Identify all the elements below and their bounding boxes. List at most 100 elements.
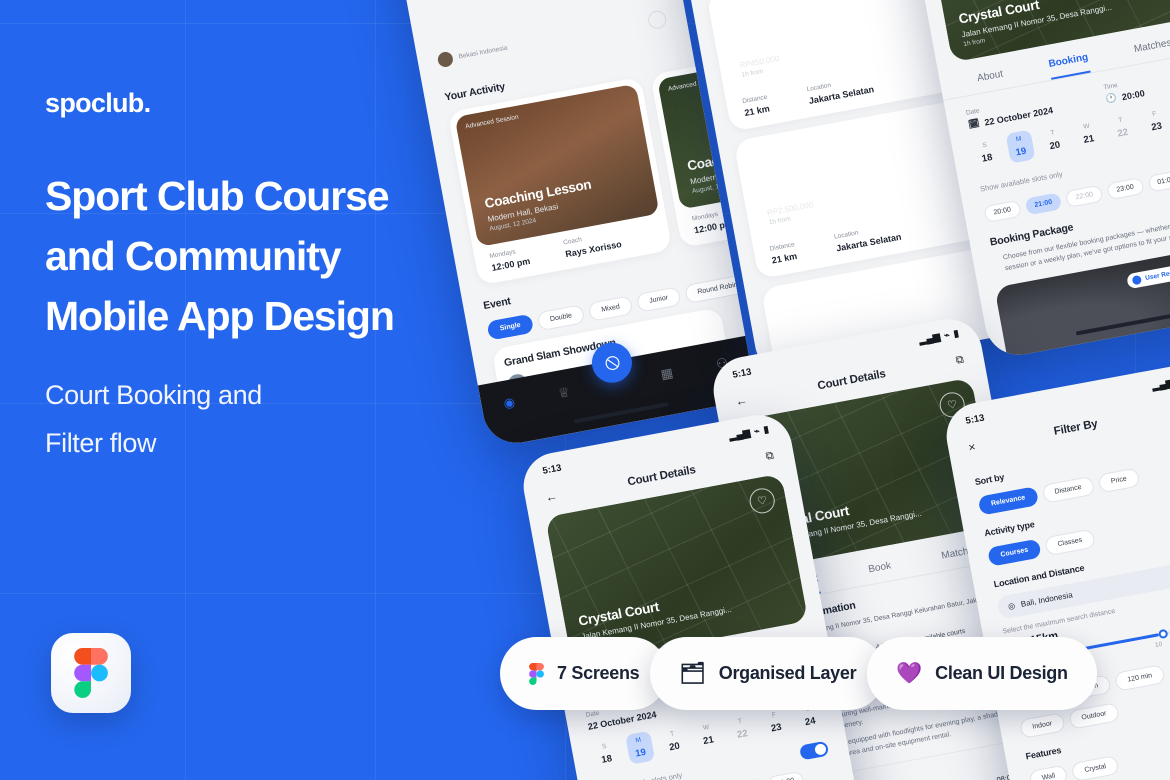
share-icon[interactable]: ⧉ (955, 353, 965, 367)
day-number: 20 (668, 740, 681, 754)
day-letter: T (1117, 116, 1124, 125)
sort-distance[interactable]: Distance (1041, 475, 1096, 504)
day-cell[interactable]: S 18 (971, 136, 1001, 170)
feature-wall[interactable]: Wall (1028, 764, 1069, 780)
tabbar-home-icon[interactable]: ◉ (502, 394, 516, 412)
day-number: 21 (1082, 133, 1096, 146)
activity-classes[interactable]: Classes (1044, 528, 1096, 557)
day-cell[interactable]: W 21 (1073, 117, 1103, 151)
day-letter: T (737, 717, 743, 726)
close-icon[interactable]: × (967, 440, 976, 455)
day-number: 18 (980, 151, 994, 165)
folder-icon: 🗂 (679, 661, 706, 685)
bell-icon[interactable] (646, 9, 668, 31)
status-icons: ▂▄▆ ⌁ ▮ (1151, 374, 1170, 392)
slot-0100[interactable]: 01:00 (1147, 169, 1170, 193)
day-cell[interactable]: T 20 (1039, 123, 1069, 157)
signal-icon: ▂▄▆ (1151, 377, 1170, 393)
tabbar-trophy-icon[interactable]: ♕ (557, 384, 571, 402)
brand-logo: spoclub. (45, 88, 151, 118)
signal-icon: ▂▄▆ (728, 427, 752, 443)
day-number: 18 (600, 753, 613, 766)
back-arrow-icon[interactable]: ← (734, 393, 748, 409)
activity-courses[interactable]: Courses (987, 538, 1042, 567)
sort-price[interactable]: Price (1097, 467, 1141, 494)
time-value: 20:00 (1120, 87, 1146, 102)
tab-about[interactable]: About (976, 69, 1005, 92)
status-time: 5:13 (541, 462, 563, 477)
sort-relevance[interactable]: Relevance (977, 486, 1039, 516)
day-cell[interactable]: T 20 (659, 724, 689, 758)
day-letter: S (601, 742, 608, 751)
duration-120[interactable]: 120 min (1114, 664, 1166, 692)
back-arrow-icon[interactable]: ← (544, 489, 558, 505)
day-number: 23 (1150, 120, 1163, 134)
slot-2300[interactable]: 23:00 (1106, 177, 1145, 201)
share-icon[interactable]: ⧉ (765, 449, 775, 463)
headline-line-1: Sport Club Course (45, 173, 390, 219)
headline-line-2: and Community (45, 233, 342, 279)
wifi-icon: ⌁ (943, 329, 951, 342)
badge-screens[interactable]: 7 Screens (500, 637, 669, 710)
feature-crystal[interactable]: Crystal (1071, 755, 1120, 780)
day-number: 23 (770, 721, 783, 735)
battery-icon: ▮ (952, 328, 960, 340)
nav-title: Court Details (816, 368, 887, 393)
day-cell-selected[interactable]: M 19 (1005, 129, 1036, 164)
slot-2100[interactable]: 21:00 (1024, 192, 1063, 216)
day-cell[interactable]: W 21 (692, 718, 722, 752)
event-filter-mixed[interactable]: Mixed (587, 295, 634, 322)
activity-day-label: Mondays (691, 210, 719, 223)
headline-line-3: Mobile App Design (45, 293, 395, 339)
figma-app-icon (51, 633, 131, 713)
recommendation-label: User Recommendation (1144, 262, 1170, 282)
day-cell[interactable]: F 23 (1141, 104, 1170, 138)
day-cell[interactable]: S 18 (591, 737, 621, 771)
feature-badges: 7 Screens 🗂 Organised Layer 💜 Clean UI D… (500, 637, 1097, 710)
court-distance: 21 km (770, 250, 798, 266)
badge-organised-layer[interactable]: 🗂 Organised Layer (650, 637, 886, 710)
package-name: Basic Play Package (1021, 337, 1140, 361)
slot-0100[interactable]: 01:00 (766, 770, 805, 780)
badge-organised-layer-label: Organised Layer (718, 663, 857, 683)
day-cell[interactable]: F 23 (760, 706, 790, 740)
badge-clean-ui[interactable]: 💜 Clean UI Design (867, 637, 1097, 710)
avatar (436, 50, 455, 68)
day-number: 19 (1014, 145, 1028, 159)
day-number: 21 (702, 734, 715, 748)
page-title: Sport Club Course and Community Mobile A… (45, 166, 475, 346)
tabbar-court-icon[interactable]: ▦ (659, 365, 674, 383)
nav-title: Court Details (626, 464, 697, 489)
tab-book[interactable]: Book (868, 560, 894, 583)
day-cell[interactable]: T 22 (726, 712, 756, 746)
toggle-label: Show available slots only (599, 771, 683, 780)
available-slots-toggle[interactable] (798, 740, 830, 761)
day-number: 22 (736, 727, 749, 741)
favorite-heart-icon[interactable]: ♡ (747, 486, 777, 516)
day-letter: W (702, 723, 710, 732)
event-filter-junior[interactable]: Junior (635, 286, 682, 313)
day-letter: W (1082, 122, 1091, 131)
day-number: 22 (1116, 126, 1130, 140)
slot-2000[interactable]: 20:00 (983, 199, 1022, 224)
event-filter-single[interactable]: Single (486, 313, 535, 341)
day-letter: T (1049, 129, 1056, 137)
day-cell-selected[interactable]: M 19 (624, 730, 655, 765)
event-filter-double[interactable]: Double (536, 304, 586, 332)
day-letter: F (771, 711, 777, 720)
slot-2200[interactable]: 22:00 (1065, 184, 1104, 208)
purple-heart-icon: 💜 (896, 661, 923, 685)
status-time: 5:13 (731, 366, 753, 381)
calendar-icon: 🗓 (967, 117, 981, 130)
slider-knob[interactable] (1158, 628, 1169, 640)
hero-copy: spoclub. Sport Club Course and Community… (45, 88, 475, 467)
env-indoor[interactable]: Indoor (1019, 712, 1066, 739)
subline-line-2: Filter flow (45, 428, 157, 458)
day-letter: M (634, 736, 642, 745)
day-cell[interactable]: T 22 (1107, 111, 1137, 145)
home-location: Bekasi Indonesia (457, 44, 508, 60)
event-filter-round-robin[interactable]: Round Robin (684, 273, 752, 304)
user-recommendation-badge: User Recommendation (1126, 256, 1170, 290)
signal-icon: ▂▄▆ (918, 331, 942, 347)
activity-card[interactable]: Advanced Session Coaching Lesson Modern … (447, 76, 673, 286)
